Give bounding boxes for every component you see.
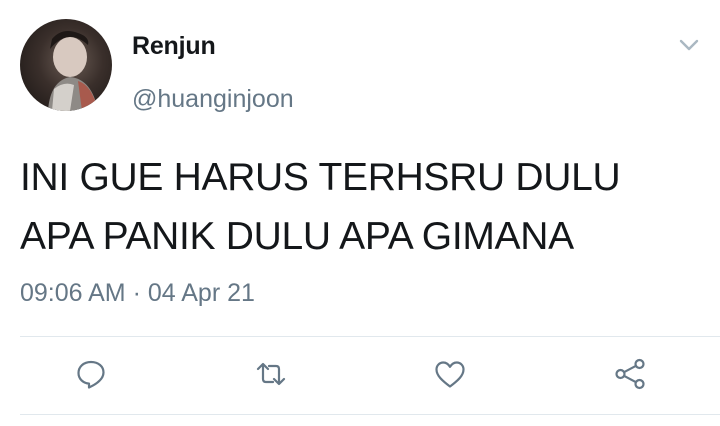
tweet-text: INI GUE HARUS TERHSRU DULU APA PANIK DUL…	[20, 148, 700, 266]
chevron-down-icon	[679, 39, 699, 51]
reply-button[interactable]	[74, 357, 108, 391]
retweet-icon	[256, 362, 286, 386]
share-button[interactable]	[613, 357, 647, 391]
tweet-date: 04 Apr 21	[147, 279, 255, 307]
like-button[interactable]	[433, 357, 467, 391]
reply-icon	[77, 360, 105, 389]
tweet-text-line: INI GUE HARUS TERHSRU DULU	[20, 156, 621, 199]
user-handle[interactable]: @huanginjoon	[132, 85, 294, 114]
profile-photo-icon	[48, 31, 98, 111]
tweet-timestamp[interactable]: 09:06 AM · 04 Apr 21	[20, 279, 255, 308]
timestamp-separator: ·	[132, 279, 141, 307]
avatar[interactable]	[20, 19, 112, 111]
heart-icon	[435, 361, 465, 388]
tweet-text-line: APA PANIK DULU APA GIMANA	[20, 215, 574, 258]
retweet-button[interactable]	[254, 357, 288, 391]
divider	[20, 336, 720, 337]
display-name[interactable]: Renjun	[132, 32, 216, 61]
tweet-time: 09:06 AM	[20, 279, 126, 307]
more-options-button[interactable]	[676, 32, 702, 58]
share-icon	[615, 358, 645, 390]
divider	[20, 414, 720, 415]
